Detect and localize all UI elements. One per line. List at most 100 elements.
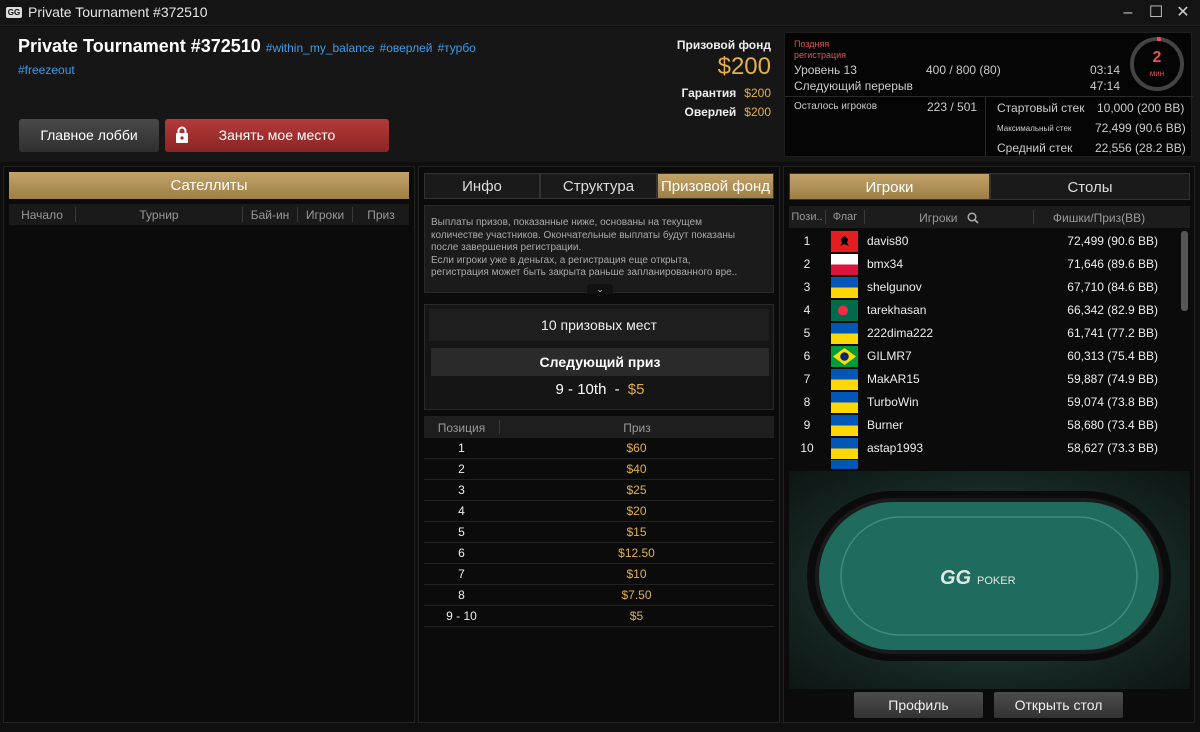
divider [785,96,1193,97]
player-position: 2 [803,257,811,271]
list-item[interactable]: 6 GILMR7 60,313 (75.4 BB) [789,345,1190,368]
tag-within-balance[interactable]: #within_my_balance [266,41,375,55]
col-start[interactable]: Начало [9,208,75,222]
tab-info[interactable]: Инфо [424,173,540,199]
players-list: 1 davis80 72,499 (90.6 BB) 2 bmx34 71,646 … [789,229,1190,469]
player-name: MakAR15 [867,372,920,386]
ukraine-flag-icon [831,323,858,344]
avg-stack-value: 22,556 (28.2 BB) [1095,141,1186,155]
expand-chevron-icon[interactable]: ⌄ [587,284,613,294]
list-item[interactable]: 8 TurboWin 59,074 (73.8 BB) [789,391,1190,414]
next-break-timer: 47:14 [1090,79,1121,93]
minimize-button[interactable]: – [1113,0,1143,26]
close-button[interactable]: ✕ [1168,0,1198,26]
col-tournament[interactable]: Турнир [76,208,242,222]
notice-line: Выплаты призов, показанные ниже, основан… [431,217,702,228]
main-lobby-button[interactable]: Главное лобби [19,119,159,152]
tab-structure[interactable]: Структура [540,173,657,199]
table-preview[interactable]: GG POKER [789,471,1190,689]
search-icon[interactable] [967,212,979,224]
table-row: 5 $15 [424,522,774,543]
tag-freezeout[interactable]: #freezeout [18,63,75,77]
tournament-name: Private Tournament #372510 #within_my_ba… [18,36,476,57]
player-position: 1 [803,234,811,248]
guarantee-value: $200 [744,86,771,100]
overlay-label: Оверлей [684,105,737,119]
starting-stack-value: 10,000 (200 BB) [1097,101,1185,115]
player-position: 9 [803,418,811,432]
col-buyin[interactable]: Бай-ин [243,208,297,222]
tag-overlay[interactable]: #оверлей [380,41,433,55]
starting-stack-label: Стартовый стек [997,101,1085,115]
list-item[interactable]: 2 bmx34 71,646 (89.6 BB) [789,253,1190,276]
payout-prize: $25 [626,483,647,497]
level-label: Уровень 13 [794,63,857,77]
list-item[interactable]: 9 Burner 58,680 (73.4 BB) [789,414,1190,437]
list-item[interactable]: 3 shelgunov 67,710 (84.6 BB) [789,276,1190,299]
list-item[interactable]: 7 MakAR15 59,887 (74.9 BB) [789,368,1190,391]
list-item[interactable]: 1 davis80 72,499 (90.6 BB) [789,230,1190,253]
player-name: Burner [867,418,904,432]
player-position: 4 [803,303,811,317]
list-item[interactable]: 10 astap1993 58,627 (73.3 BB) [789,437,1190,460]
payout-prize: $12.50 [618,546,655,560]
payout-position: 7 [458,567,465,581]
col-prize[interactable]: Приз [353,208,409,222]
tab-prize-pool[interactable]: Призовой фонд [657,173,774,199]
col-position[interactable]: Пози.. [789,211,825,223]
app-logo: GG [6,7,22,18]
list-item[interactable]: 5 222dima222 61,741 (77.2 BB) [789,322,1190,345]
divider [985,96,986,157]
players-panel: Игроки Столы Пози.. Флаг Игроки Фишки/Пр… [783,166,1195,723]
prize-pool-label: Призовой фонд [676,38,771,52]
list-item[interactable]: 4 tarekhasan 66,342 (82.9 BB) [789,299,1190,322]
col-chips[interactable]: Фишки/Приз(BB) [1034,211,1164,225]
clock-progress-arc [1156,37,1162,42]
prize-places-label: 10 призовых мест [429,309,769,341]
overlay-row: Оверлей $200 [640,105,771,119]
title-bar: GG Private Tournament #372510 – ☐ ✕ [0,0,1200,26]
players-table-header: Пози.. Флаг Игроки Фишки/Приз(BB) [789,206,1190,228]
guarantee-row: Гарантия $200 [640,86,771,100]
payout-prize: $15 [626,525,647,539]
col-players-label: Игроки [919,211,958,225]
tab-tables[interactable]: Столы [990,173,1190,200]
players-left-value: 223 / 501 [927,100,978,114]
profile-button[interactable]: Профиль [854,692,983,718]
table-row: 4 $20 [424,501,774,522]
late-reg-line2: регистрация [794,50,847,60]
player-chips: 59,074 (73.8 BB) [1067,395,1158,409]
table-row: 2 $40 [424,459,774,480]
overlay-value: $200 [744,105,771,119]
player-chips: 58,627 (73.3 BB) [1067,441,1158,455]
col-flag[interactable]: Флаг [826,211,864,223]
brazil-flag-icon [831,346,858,367]
table-row: 3 $25 [424,480,774,501]
col-players[interactable]: Игроки [298,208,352,222]
col-position[interactable]: Позиция [424,421,499,435]
maximize-button[interactable]: ☐ [1141,0,1171,26]
level-timer: 03:14 [1090,63,1121,77]
next-prize-value: $5 [627,381,645,398]
open-table-button[interactable]: Открыть стол [994,692,1123,718]
notice-line: количестве участников. Окончательные вып… [431,229,736,241]
player-position: 7 [803,372,811,386]
satellites-panel: Сателлиты Начало Турнир Бай-ин Игроки Пр… [3,166,415,723]
col-players[interactable]: Игроки [865,211,1033,225]
scrollbar-thumb[interactable] [1181,231,1188,311]
player-position: 10 [800,441,814,455]
max-stack-label: Максимальный стек [997,124,1072,133]
players-left-label: Осталось игроков [794,101,878,112]
tag-turbo[interactable]: #турбо [437,41,475,55]
player-position: 8 [803,395,811,409]
col-prize[interactable]: Приз [500,421,774,435]
take-seat-button[interactable]: Занять мое место [165,119,389,152]
ukraine-flag-icon [831,415,858,436]
tab-players[interactable]: Игроки [789,173,990,200]
table-row: 8 $7.50 [424,585,774,606]
prize-pool-panel: Инфо Структура Призовой фонд Выплаты при… [418,166,780,723]
payout-position: 9 - 10 [446,609,477,623]
player-name: TurboWin [867,395,919,409]
gg-logo: GG [940,567,972,589]
player-chips: 72,499 (90.6 BB) [1067,234,1158,248]
